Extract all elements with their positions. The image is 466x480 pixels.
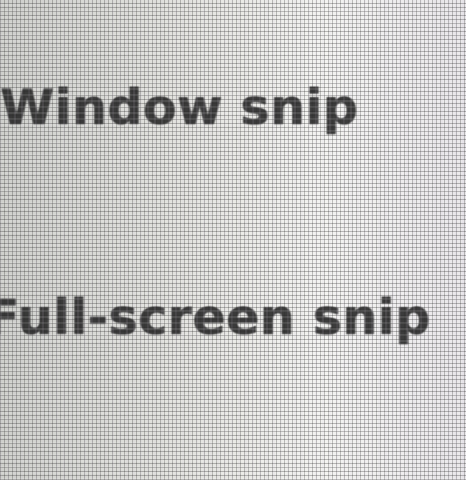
menu-item-label: Full-screen snip: [0, 288, 431, 346]
snip-mode-menu: Window snip Full-screen snip: [0, 0, 466, 480]
menu-item-window-snip[interactable]: Window snip: [0, 62, 466, 152]
menu-item-full-screen-snip[interactable]: Full-screen snip: [0, 272, 466, 362]
menu-item-label: Window snip: [0, 78, 359, 136]
